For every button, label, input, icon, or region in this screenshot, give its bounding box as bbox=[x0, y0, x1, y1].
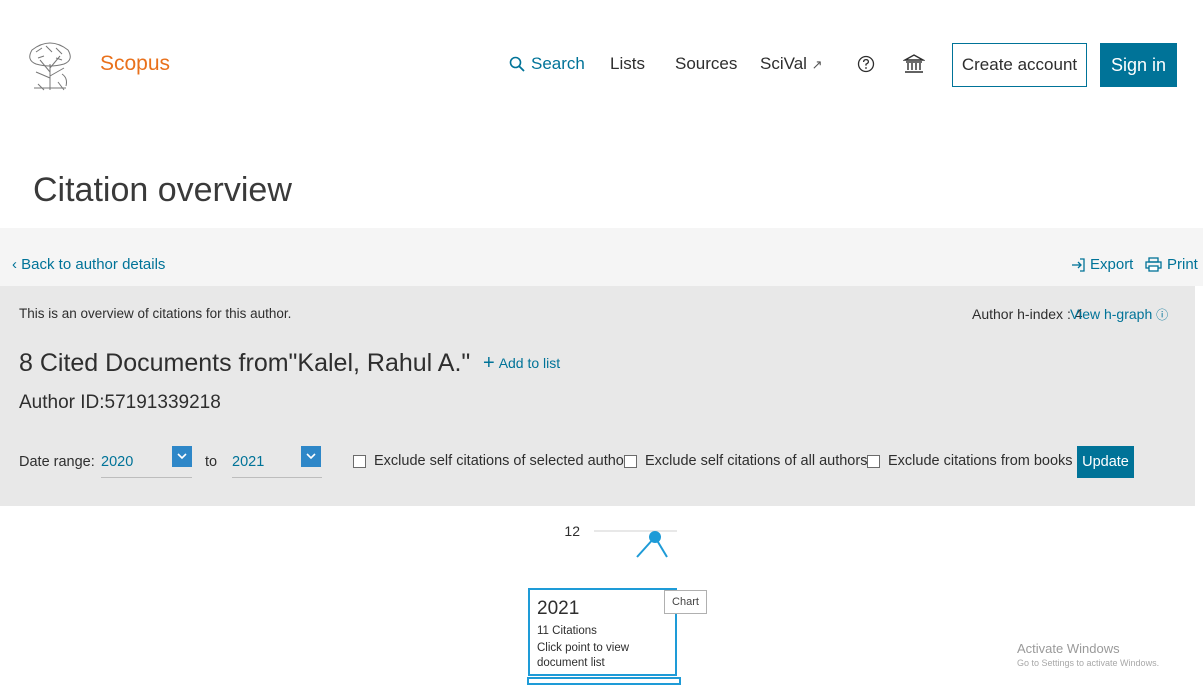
nav-lists[interactable]: Lists bbox=[610, 54, 645, 74]
nav-scival[interactable]: SciVal ↗ bbox=[760, 54, 823, 74]
info-icon: ⓘ bbox=[1156, 308, 1169, 322]
checkbox-box[interactable] bbox=[867, 454, 880, 468]
activate-windows-title: Activate Windows bbox=[1017, 641, 1120, 656]
search-icon bbox=[509, 56, 525, 72]
chart-label-tip: Chart bbox=[664, 590, 707, 614]
institution-icon[interactable] bbox=[903, 53, 925, 75]
author-id: Author ID:57191339218 bbox=[19, 392, 221, 413]
exclude-books-label: Exclude citations from books bbox=[888, 453, 1073, 469]
external-link-icon: ↗ bbox=[811, 57, 823, 72]
nav-sources[interactable]: Sources bbox=[675, 54, 737, 74]
plus-icon: + bbox=[483, 352, 495, 374]
chevron-down-icon bbox=[172, 446, 192, 467]
bar-outline bbox=[527, 677, 681, 685]
chart-tooltip: 2021 11 Citations Click point to view do… bbox=[528, 588, 677, 676]
add-to-list-label: Add to list bbox=[498, 355, 561, 371]
exclude-self-all-checkbox[interactable]: Exclude self citations of all authors bbox=[624, 453, 867, 469]
view-h-graph-label: View h-graph bbox=[1070, 306, 1153, 322]
nav-search-label: Search bbox=[531, 54, 585, 73]
to-label: to bbox=[205, 454, 218, 470]
add-to-list-button[interactable]: + Add to list bbox=[483, 352, 561, 374]
top-header: Scopus Search Lists Sources SciVal ↗ Cre… bbox=[0, 0, 1203, 110]
exclude-self-all-label: Exclude self citations of all authors bbox=[645, 453, 868, 469]
chevron-down-icon bbox=[301, 446, 321, 467]
back-link-label: Back to author details bbox=[21, 256, 166, 273]
date-to-select[interactable]: 2021 bbox=[232, 444, 322, 478]
print-label: Print bbox=[1167, 256, 1198, 273]
tooltip-hint: Click point to view document list bbox=[537, 642, 630, 669]
activate-windows-subtitle: Go to Settings to activate Windows. bbox=[1017, 658, 1160, 668]
exclude-self-selected-label: Exclude self citations of selected autho… bbox=[374, 453, 629, 469]
toolbar-strip bbox=[0, 228, 1203, 286]
update-button[interactable]: Update bbox=[1077, 446, 1134, 478]
date-to-value: 2021 bbox=[232, 454, 265, 470]
data-point[interactable] bbox=[649, 531, 661, 543]
export-button[interactable]: Export bbox=[1071, 256, 1133, 273]
chevron-left-icon: ‹ bbox=[12, 256, 17, 273]
checkbox-box[interactable] bbox=[353, 454, 366, 468]
elsevier-tree-icon[interactable] bbox=[22, 38, 78, 94]
nav-search[interactable]: Search bbox=[509, 54, 585, 74]
date-from-value: 2020 bbox=[101, 454, 134, 470]
printer-icon bbox=[1145, 257, 1162, 272]
author-h-index: Author h-index : 4 bbox=[972, 306, 1083, 322]
create-account-button[interactable]: Create account bbox=[952, 43, 1087, 87]
export-icon bbox=[1072, 257, 1085, 272]
view-h-graph-link[interactable]: View h-graph ⓘ bbox=[1070, 306, 1168, 323]
cited-documents-title: 8 Cited Documents from"Kalel, Rahul A." bbox=[19, 349, 471, 377]
tooltip-citations: 11 Citations bbox=[537, 625, 597, 637]
exclude-self-selected-checkbox[interactable]: Exclude self citations of selected autho… bbox=[353, 453, 629, 469]
y-tick-label: 12 bbox=[564, 523, 580, 539]
checkbox-box[interactable] bbox=[624, 454, 637, 468]
date-range-label: Date range: bbox=[19, 454, 95, 470]
page-title: Citation overview bbox=[33, 170, 292, 209]
back-to-author-link[interactable]: ‹ Back to author details bbox=[12, 256, 165, 273]
scopus-brand[interactable]: Scopus bbox=[100, 52, 170, 76]
overview-description: This is an overview of citations for thi… bbox=[19, 306, 292, 321]
exclude-books-checkbox[interactable]: Exclude citations from books bbox=[867, 453, 1073, 469]
sign-in-button[interactable]: Sign in bbox=[1100, 43, 1177, 87]
export-label: Export bbox=[1090, 256, 1134, 273]
nav-scival-label: SciVal bbox=[760, 54, 807, 73]
print-button[interactable]: Print bbox=[1145, 256, 1198, 273]
date-from-select[interactable]: 2020 bbox=[101, 444, 192, 478]
help-icon[interactable] bbox=[857, 55, 875, 73]
tooltip-year: 2021 bbox=[537, 598, 580, 619]
